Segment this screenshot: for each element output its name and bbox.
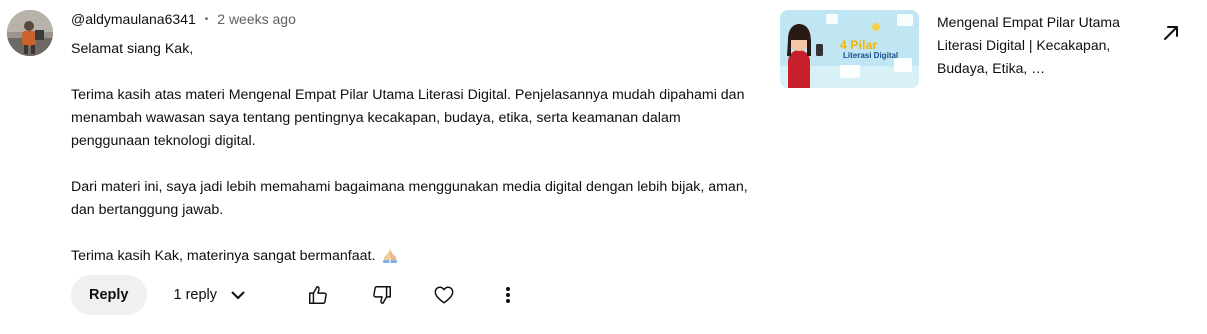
author-name[interactable]: @aldymaulana6341 xyxy=(71,11,196,27)
more-vertical-icon xyxy=(506,287,510,303)
comment-text: Selamat siang Kak, Terima kasih atas mat… xyxy=(71,38,751,272)
comment-actions: Reply 1 reply xyxy=(71,275,510,315)
comment-time[interactable]: 2 weeks ago xyxy=(217,11,296,27)
comment-paragraph: Selamat siang Kak, xyxy=(71,41,194,57)
replies-count-label: 1 reply xyxy=(173,287,218,303)
thumbnail-title-line1: 4 Pilar xyxy=(840,38,878,52)
comment-paragraph: Dari materi ini, saya jadi lebih memaham… xyxy=(71,179,748,218)
meta-separator: • xyxy=(204,13,209,25)
view-replies-button[interactable]: 1 reply xyxy=(174,275,248,315)
video-thumbnail[interactable]: 4 Pilar Literasi Digital xyxy=(780,10,919,88)
video-title[interactable]: Mengenal Empat Pilar Utama Literasi Digi… xyxy=(937,11,1142,80)
thumbnail-title-line2: Literasi Digital xyxy=(843,51,899,60)
thumbs-up-icon xyxy=(309,286,327,304)
comment-body: @aldymaulana6341 • 2 weeks ago Selamat s… xyxy=(71,9,751,272)
arrow-up-right-icon xyxy=(1164,26,1178,40)
comment-paragraph-last: Terima kasih Kak, materinya sangat berma… xyxy=(71,245,751,272)
folded-hands-emoji-icon xyxy=(381,246,399,272)
heart-button[interactable] xyxy=(424,275,464,315)
comment-header: @aldymaulana6341 • 2 weeks ago xyxy=(71,9,751,29)
reply-button[interactable]: Reply xyxy=(71,275,147,315)
open-video-button[interactable] xyxy=(1155,17,1187,49)
comment-paragraph: Terima kasih Kak, materinya sangat berma… xyxy=(71,248,376,264)
chevron-down-icon xyxy=(231,291,245,299)
avatar[interactable] xyxy=(7,10,53,56)
dislike-button[interactable] xyxy=(362,275,402,315)
comment-paragraph: Terima kasih atas materi Mengenal Empat … xyxy=(71,87,745,149)
more-actions-button[interactable] xyxy=(488,275,528,315)
linked-video-card[interactable]: 4 Pilar Literasi Digital Mengenal Empat … xyxy=(780,10,1200,90)
like-button[interactable] xyxy=(298,275,338,315)
heart-icon xyxy=(434,286,454,304)
comment-thread: @aldymaulana6341 • 2 weeks ago Selamat s… xyxy=(0,0,760,334)
thumbs-down-icon xyxy=(373,286,391,304)
